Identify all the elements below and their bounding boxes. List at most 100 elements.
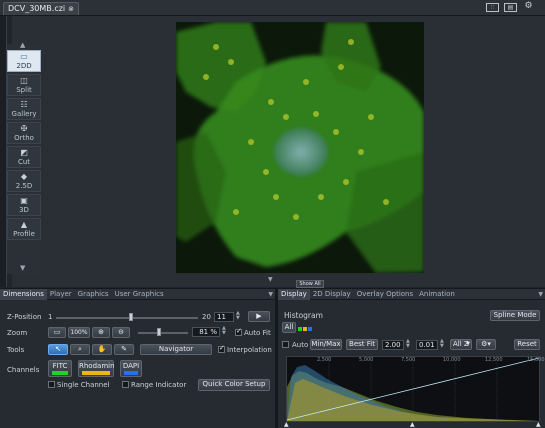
histogram-plot[interactable]: 2,500 5,000 7,500 10,000 12,500 15,000 [286,356,545,422]
histogram-tick-label: 10,000 [443,357,461,363]
interpolation-checkbox[interactable]: ✓ [218,344,225,353]
histogram-tick-label: 2,500 [317,357,332,363]
navigator-button[interactable]: Navigator [140,344,212,355]
sidebar-item-profile[interactable]: ▲ Profile [7,218,41,240]
gamma-input[interactable]: 2.00 [382,340,404,350]
collapse-arrow-icon[interactable]: ▼ [268,276,273,283]
spline-mode-label: Spline Mode [493,311,537,319]
ortho-icon: ✠ [20,124,28,133]
close-icon[interactable]: ⊗ [68,3,74,15]
zoom-in-button[interactable]: ⊕ [92,327,110,338]
auto-fit-label: Auto Fit [244,329,271,337]
navigator-label: Navigator [158,345,194,353]
pan-tool-button[interactable]: ✋ [92,344,112,355]
split-layout-icon[interactable]: ▤ [504,3,517,12]
sidebar-item-ortho[interactable]: ✠ Ortho [7,122,41,144]
histogram-tick-label: 7,500 [401,357,416,363]
zoom-100-button[interactable]: 100% [68,327,90,338]
spinner-icon[interactable]: ▲ ▼ [236,311,240,321]
show-all-toggle[interactable]: Show All [296,280,324,288]
scroll-up-icon[interactable]: ▲ [20,41,25,49]
view-2d-icon: ▭ [20,52,28,61]
zoom-out-icon: ⊖ [118,328,124,336]
channel-color-swatch [124,371,138,375]
sidebar-item-2dd[interactable]: ▭ 2DD [7,50,41,72]
channel-dapi-button[interactable]: DAPI [120,360,142,377]
range-indicator-checkbox[interactable] [122,381,129,388]
min-max-button[interactable]: Min/Max [310,339,342,350]
zoom-slider[interactable] [138,332,188,334]
tab-graphics[interactable]: Graphics [75,289,112,300]
panel-menu-icon[interactable]: ▼ [538,291,543,298]
zoom-tool-button[interactable]: ⌕ [70,344,90,355]
tab-user-graphics[interactable]: User Graphics [112,289,167,300]
gallery-icon: ☷ [20,100,28,109]
spline-mode-button[interactable]: Spline Mode [490,310,540,321]
histogram-label: Histogram [284,311,323,320]
reset-button[interactable]: Reset [514,339,540,350]
channel-color-swatches[interactable] [298,327,312,331]
zoom-input[interactable]: 81 % [192,327,220,337]
fit-zoom-button[interactable]: ▭ [48,327,66,338]
grid-layout-icon[interactable]: ∷ [486,3,499,12]
zoom-in-icon: ⊕ [98,328,104,336]
all-channels-button[interactable]: All [282,322,296,333]
spinner-icon[interactable]: ▲ ▼ [222,326,226,336]
white-point-handle[interactable]: ▲ [536,421,541,428]
microscopy-image[interactable] [176,22,424,273]
tab-display[interactable]: Display [278,288,310,300]
tab-overlay-options[interactable]: Overlay Options [354,289,416,300]
gamma-handle[interactable]: ▲ [410,421,415,428]
z-position-knob[interactable] [129,313,134,321]
sidebar-item-3d[interactable]: ▣ 3D [7,194,41,216]
black-point-handle[interactable]: ▲ [284,421,289,428]
sidebar-item-gallery[interactable]: ☷ Gallery [7,98,41,120]
best-fit-button[interactable]: Best Fit [346,339,378,350]
right-tabstrip: Display 2D Display Overlay Options Animatio… [278,288,545,300]
play-icon: ▶ [256,312,262,320]
zoom-out-button[interactable]: ⊖ [112,327,130,338]
sidebar-item-label: Gallery [11,110,37,118]
play-button[interactable]: ▶ [248,311,270,322]
threshold-input[interactable]: 0.01 [416,340,438,350]
zoom-knob[interactable] [157,328,161,336]
fluorescence-image [176,22,424,273]
magnifier-icon: ⌕ [78,345,82,353]
settings-dropdown[interactable]: ⚙▾ [476,339,496,350]
z-position-slider[interactable] [56,317,198,319]
tab-dimensions[interactable]: Dimensions [0,288,47,300]
fit-icon: ▭ [53,328,61,336]
sidebar-item-label: 3D [19,206,29,214]
z-value: 11 [217,313,226,321]
auto-checkbox[interactable] [282,341,289,348]
check-icon: ✓ [219,344,225,352]
channel-fitc-button[interactable]: FITC [48,360,72,377]
spinner-icon[interactable]: ▲ ▼ [406,339,410,349]
tab-animation[interactable]: Animation [416,289,458,300]
single-channel-label: Single Channel [57,381,110,389]
auto-fit-checkbox[interactable]: ✓ [235,327,242,336]
channel-name: Rhodamin [79,362,115,370]
tab-2d-display[interactable]: 2D Display [310,289,354,300]
channel-rhodamin-button[interactable]: Rhodamin [78,360,115,377]
single-channel-checkbox[interactable] [48,381,55,388]
dimensions-panel: Z-Position 1 20 11 ▲ ▼ ▶ Zoom ▭ 100% ⊕ ⊖ … [0,300,275,428]
z-position-input[interactable]: 11 [214,312,234,322]
show-all-label: Show All [299,281,321,287]
all-z-dropdown[interactable]: All Z ▼ [450,339,472,350]
sidebar-item-cut[interactable]: ◩ Cut [7,146,41,168]
panel-menu-icon[interactable]: ▼ [268,291,273,298]
pointer-tool-button[interactable]: ↖ [48,344,68,355]
sidebar-item-split[interactable]: ◫ Split [7,74,41,96]
split-view-icon: ◫ [20,76,28,85]
sidebar-item-2-5d[interactable]: ◆ 2.5D [7,170,41,192]
z-min-label: 1 [48,313,53,321]
z-position-label: Z-Position [7,313,42,321]
tab-player[interactable]: Player [47,289,75,300]
measure-tool-button[interactable]: ✎ [114,344,134,355]
gear-icon[interactable]: ⚙ [522,2,535,12]
document-tab[interactable]: DCV_30MB.czi ⊗ [3,2,80,15]
scroll-down-icon[interactable]: ▼ [20,264,25,272]
spinner-icon[interactable]: ▲ ▼ [440,339,444,349]
quick-color-setup-button[interactable]: Quick Color Setup [198,379,270,391]
